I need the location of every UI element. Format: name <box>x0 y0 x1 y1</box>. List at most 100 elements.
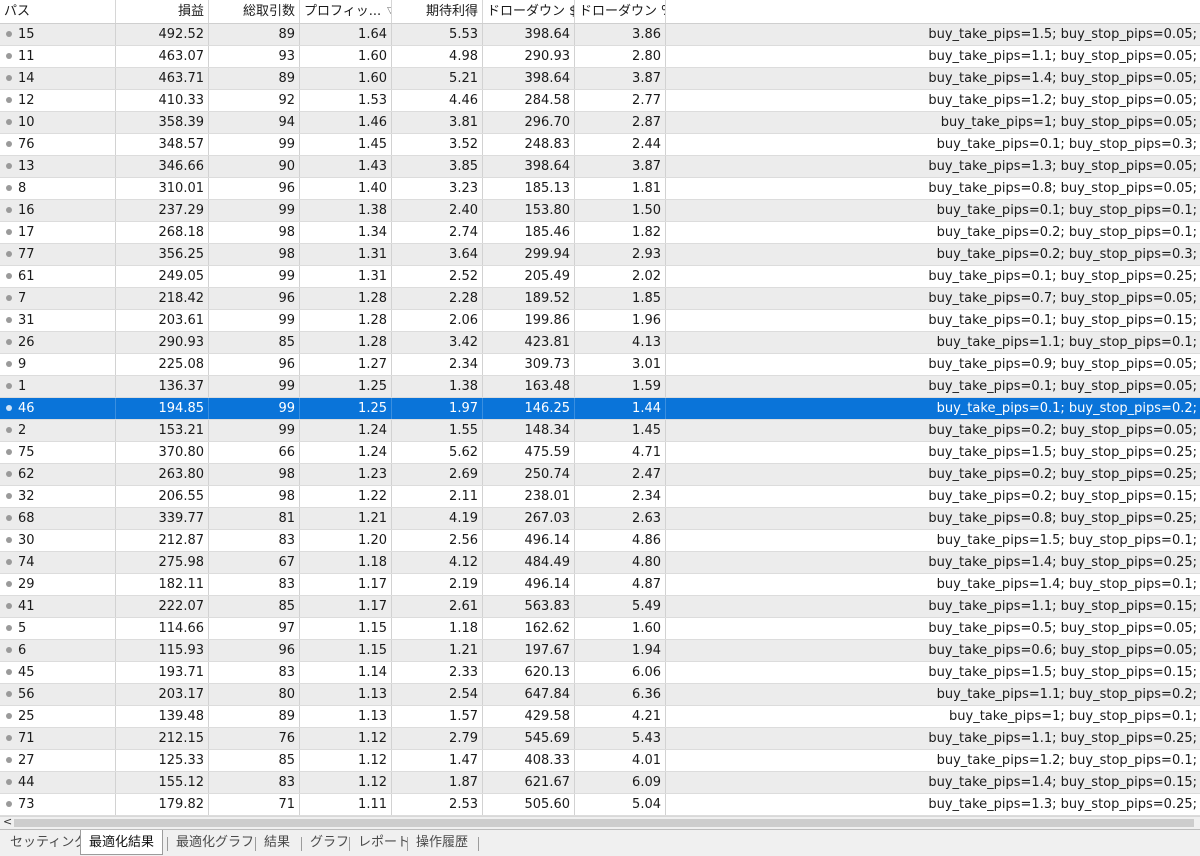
table-row[interactable]: 14 463.71 89 1.60 5.21 398.64 3.87 buy_take_pip… <box>0 68 1200 90</box>
cell-drawdown-money: 496.14 <box>483 574 575 595</box>
table-row[interactable]: 32 206.55 98 1.22 2.11 238.01 2.34 buy_take_pip… <box>0 486 1200 508</box>
cell-drawdown-money-text: 505.60 <box>524 797 571 812</box>
cell-trades-text: 89 <box>278 27 295 42</box>
table-row[interactable]: 41 222.07 85 1.17 2.61 563.83 5.49 buy_take_pip… <box>0 596 1200 618</box>
column-header-trades[interactable]: 総取引数 <box>209 0 300 23</box>
cell-drawdown-money-text: 163.48 <box>524 379 571 394</box>
scroll-left-arrow-icon[interactable]: < <box>3 815 12 829</box>
cell-pass: 8 <box>0 178 116 199</box>
cell-profit-factor: 1.17 <box>300 574 392 595</box>
table-row[interactable]: 73 179.82 71 1.11 2.53 505.60 5.04 buy_take_pip… <box>0 794 1200 816</box>
tab-results[interactable]: 結果 <box>256 832 298 854</box>
table-row[interactable]: 13 346.66 90 1.43 3.85 398.64 3.87 buy_take_pip… <box>0 156 1200 178</box>
scrollbar-thumb[interactable] <box>14 819 1194 827</box>
cell-pass: 74 <box>0 552 116 573</box>
cell-expected-payoff-text: 4.19 <box>449 511 478 526</box>
column-header-drawdown-money[interactable]: ドローダウン $ <box>483 0 575 23</box>
cell-pass: 12 <box>0 90 116 111</box>
cell-inputs-text: buy_take_pips=0.1; buy_stop_pips=0.05; <box>928 379 1197 394</box>
cell-expected-payoff: 1.55 <box>392 420 483 441</box>
table-row[interactable]: 12 410.33 92 1.53 4.46 284.58 2.77 buy_take_pip… <box>0 90 1200 112</box>
table-row[interactable]: 61 249.05 99 1.31 2.52 205.49 2.02 buy_take_pip… <box>0 266 1200 288</box>
tab-optimization-results[interactable]: 最適化結果 <box>80 830 164 855</box>
table-row[interactable]: 75 370.80 66 1.24 5.62 475.59 4.71 buy_take_pip… <box>0 442 1200 464</box>
cell-expected-payoff: 3.52 <box>392 134 483 155</box>
cell-trades-text: 85 <box>278 753 295 768</box>
cell-drawdown-percent: 1.94 <box>575 640 666 661</box>
table-row[interactable]: 10 358.39 94 1.46 3.81 296.70 2.87 buy_take_pip… <box>0 112 1200 134</box>
table-row[interactable]: 2 153.21 99 1.24 1.55 148.34 1.45 buy_take_pips… <box>0 420 1200 442</box>
table-row[interactable]: 7 218.42 96 1.28 2.28 189.52 1.85 buy_take_pips… <box>0 288 1200 310</box>
cell-drawdown-percent-text: 6.09 <box>632 775 661 790</box>
column-header-profit-factor[interactable]: プロフィッ...▽ <box>300 0 392 23</box>
cell-pass-text: 17 <box>18 225 35 240</box>
cell-expected-payoff: 4.12 <box>392 552 483 573</box>
table-row[interactable]: 5 114.66 97 1.15 1.18 162.62 1.60 buy_take_pips… <box>0 618 1200 640</box>
cell-profit-text: 237.29 <box>158 203 205 218</box>
cell-profit: 218.42 <box>116 288 209 309</box>
table-row[interactable]: 74 275.98 67 1.18 4.12 484.49 4.80 buy_take_pip… <box>0 552 1200 574</box>
cell-inputs: buy_take_pips=1.4; buy_stop_pips=0.25; <box>666 552 1200 573</box>
table-row[interactable]: 26 290.93 85 1.28 3.42 423.81 4.13 buy_take_pip… <box>0 332 1200 354</box>
horizontal-scrollbar[interactable]: < <box>0 815 1200 829</box>
tab-journal[interactable]: 操作履歴 <box>408 832 476 854</box>
table-row[interactable]: 56 203.17 80 1.13 2.54 647.84 6.36 buy_take_pip… <box>0 684 1200 706</box>
table-row[interactable]: 9 225.08 96 1.27 2.34 309.73 3.01 buy_take_pips… <box>0 354 1200 376</box>
cell-trades-text: 93 <box>278 49 295 64</box>
cell-drawdown-percent: 1.59 <box>575 376 666 397</box>
table-row[interactable]: 30 212.87 83 1.20 2.56 496.14 4.86 buy_take_pip… <box>0 530 1200 552</box>
cell-trades-text: 83 <box>278 577 295 592</box>
cell-inputs: buy_take_pips=0.1; buy_stop_pips=0.05; <box>666 376 1200 397</box>
table-row[interactable]: 77 356.25 98 1.31 3.64 299.94 2.93 buy_take_pip… <box>0 244 1200 266</box>
table-row[interactable]: 45 193.71 83 1.14 2.33 620.13 6.06 buy_take_pip… <box>0 662 1200 684</box>
table-row[interactable]: 27 125.33 85 1.12 1.47 408.33 4.01 buy_take_pip… <box>0 750 1200 772</box>
table-row[interactable]: 17 268.18 98 1.34 2.74 185.46 1.82 buy_take_pip… <box>0 222 1200 244</box>
cell-drawdown-money: 545.69 <box>483 728 575 749</box>
table-row[interactable]: 71 212.15 76 1.12 2.79 545.69 5.43 buy_take_pip… <box>0 728 1200 750</box>
cell-pass-text: 29 <box>18 577 35 592</box>
table-row[interactable]: 46 194.85 99 1.25 1.97 146.25 1.44 buy_take_pip… <box>0 398 1200 420</box>
cell-profit-factor: 1.12 <box>300 750 392 771</box>
table-row[interactable]: 68 339.77 81 1.21 4.19 267.03 2.63 buy_take_pip… <box>0 508 1200 530</box>
column-header-pass[interactable]: パス <box>0 0 116 23</box>
cell-inputs: buy_take_pips=0.1; buy_stop_pips=0.2; <box>666 398 1200 419</box>
table-row[interactable]: 16 237.29 99 1.38 2.40 153.80 1.50 buy_take_pip… <box>0 200 1200 222</box>
cell-expected-payoff-text: 2.74 <box>449 225 478 240</box>
cell-trades-text: 89 <box>278 71 295 86</box>
column-header-profit[interactable]: 損益 <box>116 0 209 23</box>
column-header-inputs[interactable] <box>666 0 1200 23</box>
table-row[interactable]: 11 463.07 93 1.60 4.98 290.93 2.80 buy_take_pip… <box>0 46 1200 68</box>
cell-expected-payoff: 2.06 <box>392 310 483 331</box>
table-row[interactable]: 15 492.52 89 1.64 5.53 398.64 3.86 buy_take_pip… <box>0 24 1200 46</box>
cell-profit-factor-text: 1.46 <box>358 115 387 130</box>
cell-profit-text: 203.17 <box>158 687 205 702</box>
table-row[interactable]: 44 155.12 83 1.12 1.87 621.67 6.09 buy_take_pip… <box>0 772 1200 794</box>
cell-profit: 492.52 <box>116 24 209 45</box>
cell-profit: 136.37 <box>116 376 209 397</box>
cell-trades: 89 <box>209 68 300 89</box>
cell-drawdown-percent: 2.34 <box>575 486 666 507</box>
cell-drawdown-money: 290.93 <box>483 46 575 67</box>
tab-optimization-graph[interactable]: 最適化グラフ <box>168 832 262 854</box>
cell-pass-text: 13 <box>18 159 35 174</box>
table-row[interactable]: 6 115.93 96 1.15 1.21 197.67 1.94 buy_take_pips… <box>0 640 1200 662</box>
table-row[interactable]: 76 348.57 99 1.45 3.52 248.83 2.44 buy_take_pip… <box>0 134 1200 156</box>
cell-drawdown-money-text: 496.14 <box>524 577 571 592</box>
cell-pass-text: 6 <box>18 643 27 658</box>
table-row[interactable]: 25 139.48 89 1.13 1.57 429.58 4.21 buy_take_pip… <box>0 706 1200 728</box>
column-header-drawdown-percent[interactable]: ドローダウン % <box>575 0 666 23</box>
table-row[interactable]: 1 136.37 99 1.25 1.38 163.48 1.59 buy_take_pips… <box>0 376 1200 398</box>
table-row[interactable]: 62 263.80 98 1.23 2.69 250.74 2.47 buy_take_pip… <box>0 464 1200 486</box>
cell-trades-text: 66 <box>278 445 295 460</box>
table-row[interactable]: 29 182.11 83 1.17 2.19 496.14 4.87 buy_take_pip… <box>0 574 1200 596</box>
table-row[interactable]: 8 310.01 96 1.40 3.23 185.13 1.81 buy_take_pips… <box>0 178 1200 200</box>
cell-trades-text: 71 <box>278 797 295 812</box>
cell-drawdown-percent-text: 2.34 <box>632 489 661 504</box>
cell-profit-text: 222.07 <box>158 599 205 614</box>
cell-drawdown-percent-text: 2.44 <box>632 137 661 152</box>
table-row[interactable]: 31 203.61 99 1.28 2.06 199.86 1.96 buy_take_pip… <box>0 310 1200 332</box>
column-header-expected-payoff[interactable]: 期待利得 <box>392 0 483 23</box>
dot-icon <box>6 250 12 257</box>
cell-expected-payoff-text: 2.53 <box>449 797 478 812</box>
cell-inputs-text: buy_take_pips=1.5; buy_stop_pips=0.15; <box>928 665 1197 680</box>
